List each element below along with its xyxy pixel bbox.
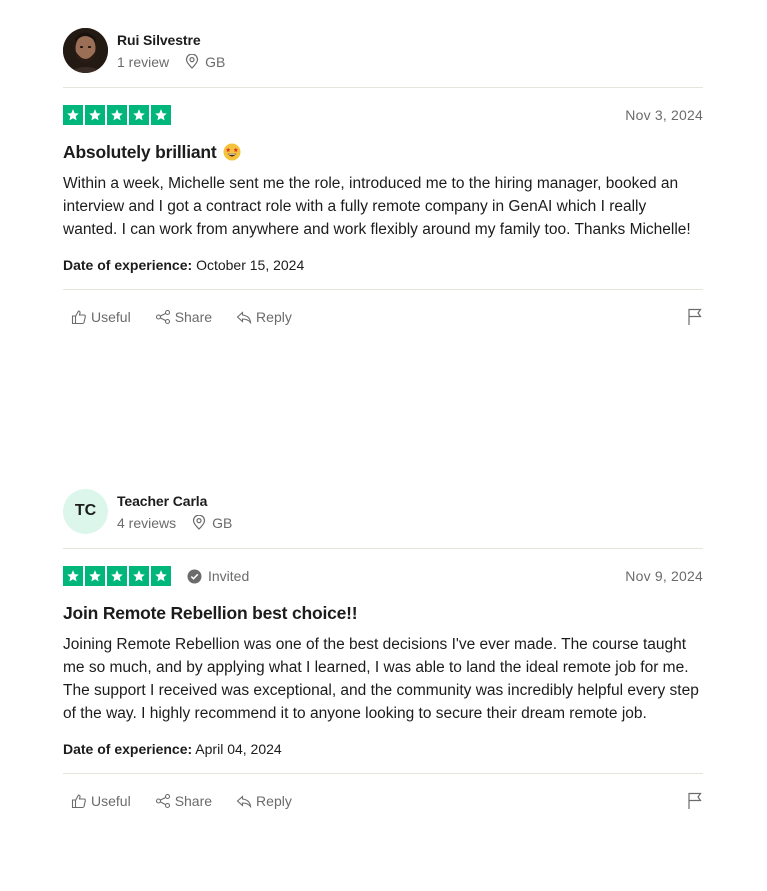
invited-label[interactable]: Invited	[208, 568, 249, 584]
star-icon	[151, 105, 171, 125]
star-icon	[63, 566, 83, 586]
experience-label: Date of experience:	[63, 741, 193, 757]
useful-button[interactable]: Useful	[71, 793, 131, 809]
experience-date: April 04, 2024	[195, 741, 282, 757]
share-button[interactable]: Share	[155, 793, 212, 809]
reviewer-name[interactable]: Teacher Carla	[117, 492, 232, 510]
star-struck-emoji-icon	[223, 143, 241, 161]
share-button[interactable]: Share	[155, 309, 212, 325]
star-icon	[151, 566, 171, 586]
review-title[interactable]: Join Remote Rebellion best choice!!	[63, 601, 703, 625]
avatar[interactable]: TC	[63, 488, 108, 534]
date-of-experience: Date of experience: October 15, 2024	[63, 257, 703, 273]
divider	[63, 289, 703, 290]
location-pin-icon	[192, 515, 206, 530]
review-title-text[interactable]: Absolutely brilliant	[63, 140, 217, 164]
thumbs-up-icon	[71, 310, 86, 325]
reply-button[interactable]: Reply	[236, 793, 292, 809]
share-label[interactable]: Share	[175, 793, 212, 809]
invited-badge[interactable]: Invited	[187, 568, 249, 584]
reply-label[interactable]: Reply	[256, 793, 292, 809]
check-circle-icon	[187, 569, 202, 584]
flag-icon[interactable]	[687, 792, 703, 810]
reviewer-header: TC Teacher Carla 4 reviews GB	[63, 488, 703, 534]
divider	[63, 548, 703, 549]
reviewer-location: GB	[212, 514, 233, 531]
flag-icon[interactable]	[687, 308, 703, 326]
star-rating	[63, 105, 171, 125]
star-icon	[85, 566, 105, 586]
review-card: TC Teacher Carla 4 reviews GB Invited No…	[63, 488, 703, 813]
useful-button[interactable]: Useful	[71, 309, 131, 325]
reply-label[interactable]: Reply	[256, 309, 292, 325]
person-photo-icon	[63, 27, 108, 73]
star-icon	[63, 105, 83, 125]
location-pin-icon	[185, 54, 199, 69]
divider	[63, 773, 703, 774]
thumbs-up-icon	[71, 794, 86, 809]
reply-button[interactable]: Reply	[236, 309, 292, 325]
date-of-experience: Date of experience: April 04, 2024	[63, 741, 703, 757]
star-icon	[129, 566, 149, 586]
review-actions: Useful Share Reply	[63, 305, 703, 329]
reviewer-location: GB	[205, 53, 226, 70]
review-title[interactable]: Absolutely brilliant	[63, 140, 703, 164]
star-icon	[107, 566, 127, 586]
useful-label[interactable]: Useful	[91, 793, 131, 809]
star-icon	[85, 105, 105, 125]
review-body: Joining Remote Rebellion was one of the …	[63, 636, 699, 722]
review-count: 1 review	[117, 53, 170, 70]
star-rating	[63, 566, 171, 586]
review-body: Within a week, Michelle sent me the role…	[63, 175, 691, 238]
review-title-text[interactable]: Join Remote Rebellion best choice!!	[63, 601, 358, 625]
share-icon	[155, 309, 170, 325]
reviewer-name[interactable]: Rui Silvestre	[117, 31, 225, 49]
review-date: Nov 9, 2024	[625, 568, 703, 584]
star-icon	[129, 105, 149, 125]
divider	[63, 87, 703, 88]
experience-label: Date of experience:	[63, 257, 193, 273]
review-actions: Useful Share Reply	[63, 789, 703, 813]
review-card: Rui Silvestre 1 review GB Nov 3, 2024 Ab…	[63, 27, 703, 329]
experience-date: October 15, 2024	[196, 257, 305, 273]
reply-icon	[236, 311, 252, 325]
star-icon	[107, 105, 127, 125]
reviewer-header: Rui Silvestre 1 review GB	[63, 27, 703, 73]
share-icon	[155, 793, 170, 809]
share-label[interactable]: Share	[175, 309, 212, 325]
reply-icon	[236, 795, 252, 809]
review-count: 4 reviews	[117, 514, 177, 531]
avatar[interactable]	[63, 27, 108, 73]
useful-label[interactable]: Useful	[91, 309, 131, 325]
review-date: Nov 3, 2024	[625, 107, 703, 123]
